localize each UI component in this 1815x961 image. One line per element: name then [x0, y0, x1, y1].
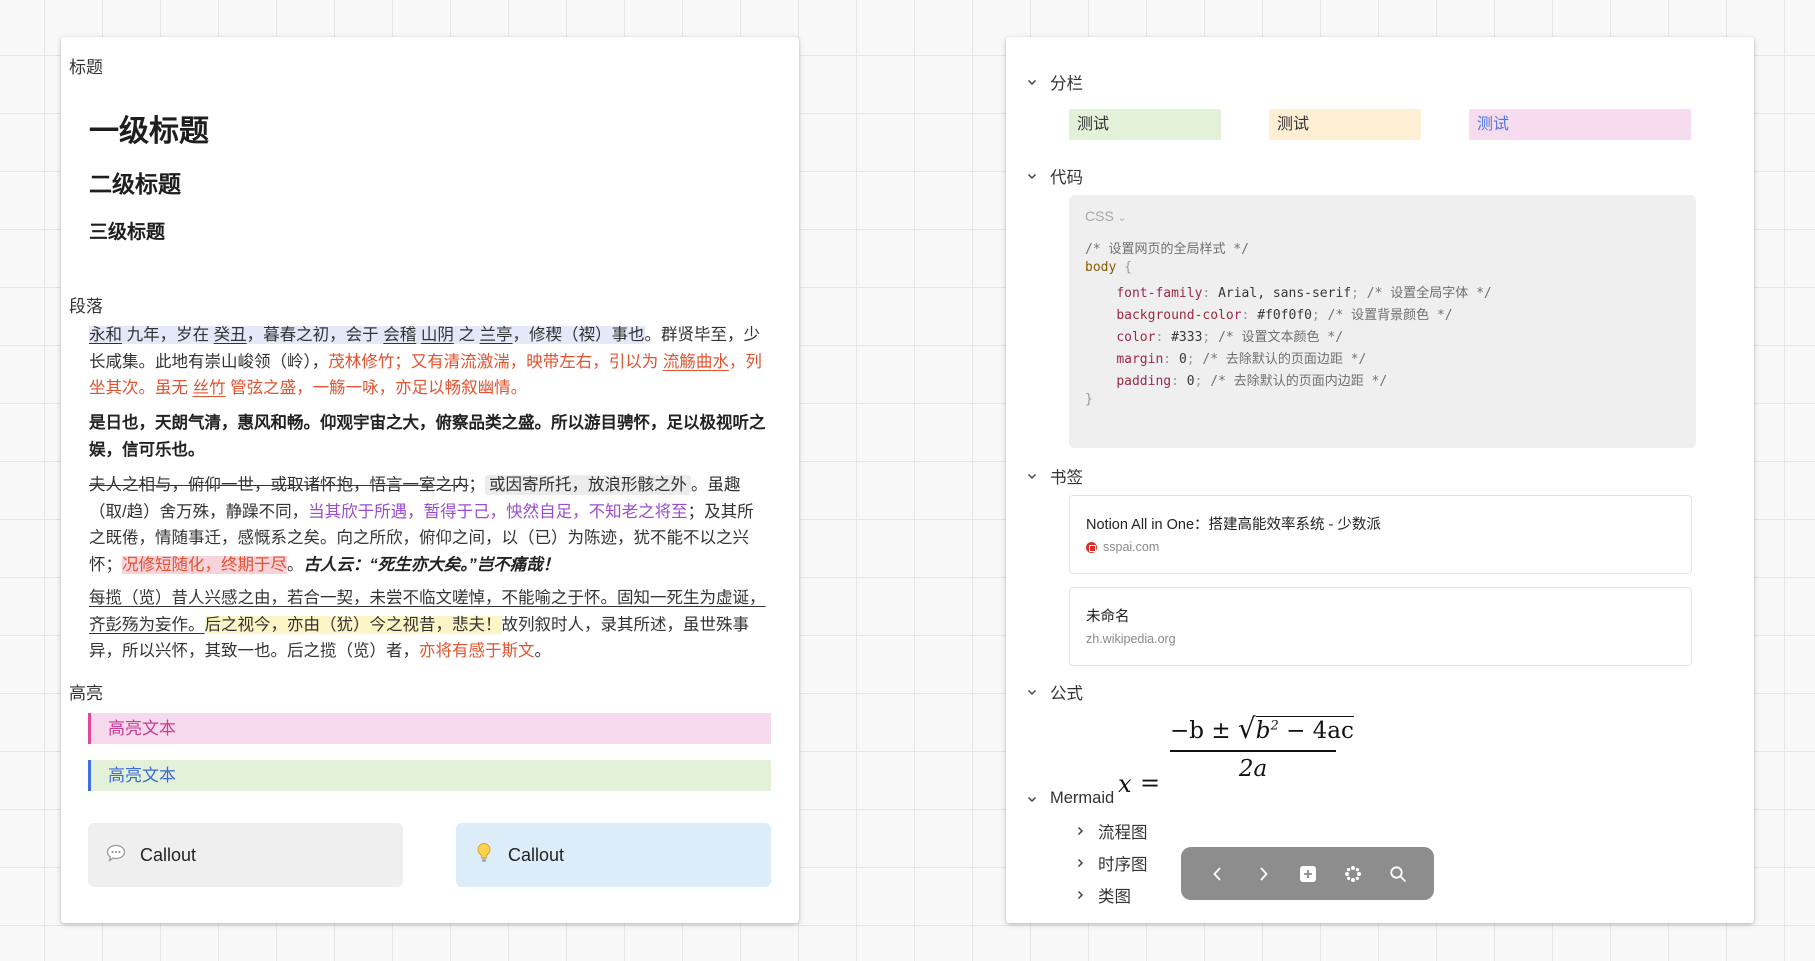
toggle-label: Mermaid	[1050, 789, 1115, 807]
paragraph-1: 永和 九年，岁在 癸丑，暮春之初，会于 会稽 山阴 之 兰亭，修稧（禊）事也。群…	[89, 326, 762, 397]
toggle-label: 分栏	[1050, 75, 1083, 93]
chevron-right-icon	[1077, 858, 1084, 868]
floating-toolbar	[1181, 847, 1434, 900]
chevron-down-icon: ⌄	[1117, 213, 1127, 224]
search-icon	[1389, 865, 1406, 882]
bookmark-url: zh.wikipedia.org	[1086, 632, 1176, 646]
toggle-mermaid[interactable]: Mermaid	[1026, 789, 1114, 808]
code-line: background-color: #f0f0f0; /* 设置背景颜色 */	[1116, 308, 1453, 323]
bookmark-title: 未命名	[1086, 609, 1130, 625]
search-button[interactable]	[1383, 859, 1413, 889]
paragraph-2: 是日也，天朗气清，惠风和畅。仰观宇宙之大，俯察品类之盛。所以游目骋怀，足以极视听…	[89, 414, 766, 459]
right-page-card: 分栏 测试 测试 测试 代码 CSS ⌄ /* 设置网页的全局样式 */ bod…	[1006, 37, 1754, 923]
column-orange: 测试	[1269, 109, 1421, 140]
toggle-bookmark[interactable]: 书签	[1026, 464, 1083, 488]
paragraph-4: 每揽（览）昔人兴感之由，若合一契，未尝不临文嗟悼，不能喻之于怀。固知一死生为虚诞…	[89, 589, 766, 660]
toggle-flowchart[interactable]: 流程图	[1074, 819, 1148, 843]
toggle-sequence[interactable]: 时序图	[1074, 851, 1148, 875]
chevron-down-icon	[1027, 796, 1037, 802]
toggle-label: 书签	[1050, 469, 1083, 487]
heading-1: 一级标题	[89, 115, 209, 148]
toggle-code[interactable]: 代码	[1026, 164, 1083, 188]
add-button[interactable]	[1293, 859, 1323, 889]
code-block[interactable]: CSS ⌄ /* 设置网页的全局样式 */ body { font-family…	[1069, 195, 1696, 448]
code-line: padding: 0; /* 去除默认的页面内边距 */	[1116, 374, 1388, 389]
bookmark-title: Notion All in One：搭建高能效率系统 - 少数派	[1086, 517, 1381, 533]
callout-gray[interactable]: Callout	[88, 823, 403, 887]
forward-button[interactable]	[1248, 859, 1278, 889]
section-label-highlight: 高亮	[69, 684, 103, 703]
code-line: font-family: Arial, sans-serif; /* 设置全局字…	[1116, 286, 1492, 301]
code-language-select[interactable]: CSS ⌄	[1085, 208, 1126, 224]
section-label-title: 标题	[69, 58, 103, 77]
bookmark-card-wikipedia[interactable]: 未命名 zh.wikipedia.org	[1069, 587, 1692, 666]
code-line: }	[1085, 392, 1093, 407]
chevron-down-icon	[1027, 689, 1037, 696]
toggle-label: 代码	[1050, 169, 1083, 187]
code-line: body {	[1085, 260, 1132, 275]
left-page-card: 标题 一级标题 二级标题 三级标题 段落 永和 九年，岁在 癸丑，暮春之初，会于…	[61, 37, 799, 923]
toggle-formula[interactable]: 公式	[1026, 680, 1083, 704]
code-line: /* 设置网页的全局样式 */	[1085, 242, 1249, 257]
chevron-left-icon	[1212, 866, 1221, 881]
chevron-down-icon	[1027, 79, 1037, 86]
chevron-down-icon	[1027, 473, 1037, 480]
paragraph-3: 夫人之相与，俯仰一世，或取诸怀抱，悟言一室之内； 或因寄所托，放浪形骸之外 。虽趣（…	[89, 475, 754, 574]
toggle-label: 类图	[1098, 888, 1131, 906]
toggle-label: 流程图	[1098, 824, 1148, 842]
favicon-icon	[1086, 541, 1097, 553]
column-pink: 测试	[1469, 109, 1691, 140]
code-line: margin: 0; /* 去除默认的页面边距 */	[1116, 352, 1367, 367]
bookmark-card-sspai[interactable]: Notion All in One：搭建高能效率系统 - 少数派 sspai.c…	[1069, 495, 1692, 574]
toggle-class-diagram[interactable]: 类图	[1074, 883, 1131, 907]
chevron-down-icon	[1027, 173, 1037, 180]
callout-text: Callout	[140, 844, 197, 865]
chevron-right-icon	[1259, 866, 1268, 881]
heading-2: 二级标题	[89, 171, 181, 197]
light-bulb-icon	[474, 842, 494, 869]
apps-button[interactable]	[1338, 859, 1368, 889]
back-button[interactable]	[1203, 859, 1233, 889]
fraction-bar	[1170, 750, 1336, 752]
section-label-paragraph: 段落	[69, 297, 103, 316]
chevron-right-icon	[1077, 890, 1084, 900]
highlight-block-pink: 高亮文本	[88, 713, 771, 744]
toggle-columns[interactable]: 分栏	[1026, 70, 1083, 94]
speech-bubble-icon	[106, 844, 126, 867]
callout-text: Callout	[508, 844, 565, 865]
heading-3: 三级标题	[89, 222, 166, 243]
toggle-label: 公式	[1050, 685, 1083, 703]
chevron-right-icon	[1077, 826, 1084, 836]
callout-blue[interactable]: Callout	[456, 823, 771, 887]
highlight-block-green: 高亮文本	[88, 760, 771, 791]
bookmark-url: sspai.com	[1086, 540, 1159, 554]
column-green: 测试	[1069, 109, 1221, 140]
dots-grid-icon	[1344, 865, 1361, 882]
plus-square-icon	[1299, 865, 1316, 882]
toggle-label: 时序图	[1098, 856, 1148, 874]
code-line: color: #333; /* 设置文本颜色 */	[1116, 330, 1344, 345]
